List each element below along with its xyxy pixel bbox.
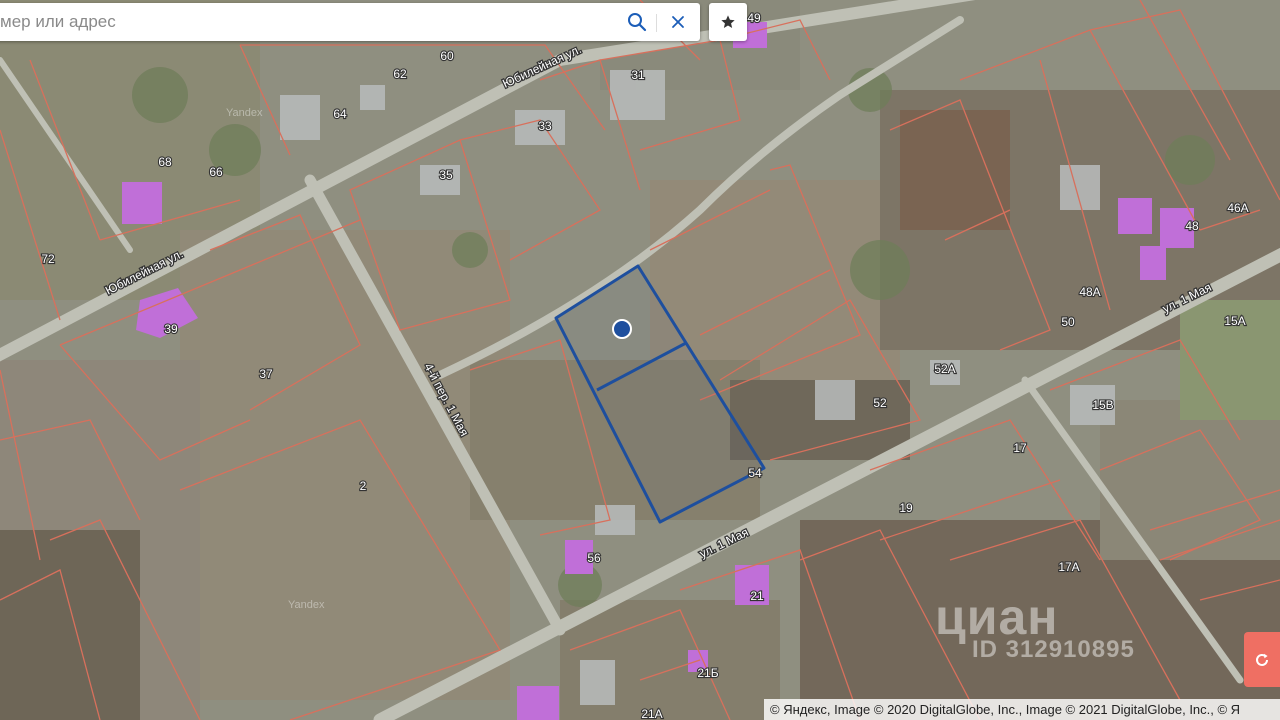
house-number: 17 <box>1013 441 1027 455</box>
house-number: 39 <box>164 322 178 336</box>
house-number: 56 <box>587 551 601 565</box>
search-icon <box>628 13 647 32</box>
house-number: 37 <box>259 367 273 381</box>
reload-button[interactable] <box>1244 632 1280 687</box>
house-number: 21А <box>641 707 662 720</box>
house-number: 48 <box>1185 219 1199 233</box>
close-icon <box>672 16 684 28</box>
house-number: 15В <box>1092 398 1113 412</box>
house-number: 50 <box>1061 315 1075 329</box>
star-icon <box>721 15 735 28</box>
house-number: 66 <box>209 165 223 179</box>
house-number: 48А <box>1079 285 1100 299</box>
house-number: 17А <box>1058 560 1079 574</box>
house-number: 33 <box>538 119 552 133</box>
house-number: 21 <box>750 589 764 603</box>
house-number: 68 <box>158 155 172 169</box>
house-number: 35 <box>439 168 453 182</box>
clear-search-button[interactable] <box>664 8 692 36</box>
house-number: 21Б <box>697 666 718 680</box>
provider-mark: Yandex <box>288 599 325 611</box>
house-number: 46А <box>1227 201 1248 215</box>
house-number: 62 <box>393 67 407 81</box>
map-attribution: © Яндекс, Image © 2020 DigitalGlobe, Inc… <box>764 699 1280 720</box>
house-number: 64 <box>333 107 347 121</box>
refresh-icon <box>1256 653 1268 666</box>
house-number: 19 <box>899 501 913 515</box>
house-number: 60 <box>440 49 454 63</box>
house-number: 15А <box>1224 314 1245 328</box>
house-number: 49 <box>747 11 761 25</box>
house-number: 2 <box>360 479 367 493</box>
search-bar <box>0 3 700 41</box>
search-input[interactable] <box>0 3 600 41</box>
house-number: 31 <box>631 68 645 82</box>
house-number: 72 <box>41 252 55 266</box>
house-number: 52 <box>873 396 887 410</box>
search-button[interactable] <box>623 8 651 36</box>
house-number: 54 <box>748 466 762 480</box>
house-number: 52А <box>934 362 955 376</box>
search-divider <box>656 14 657 32</box>
location-marker[interactable] <box>612 319 632 339</box>
favorite-button[interactable] <box>709 3 747 41</box>
satellite-map[interactable]: Юбилейная ул. Юбилейная ул. 4-й пер. 1 М… <box>0 0 1280 720</box>
provider-mark: Yandex <box>226 107 263 119</box>
listing-id-watermark: ID 312910895 <box>972 636 1135 663</box>
